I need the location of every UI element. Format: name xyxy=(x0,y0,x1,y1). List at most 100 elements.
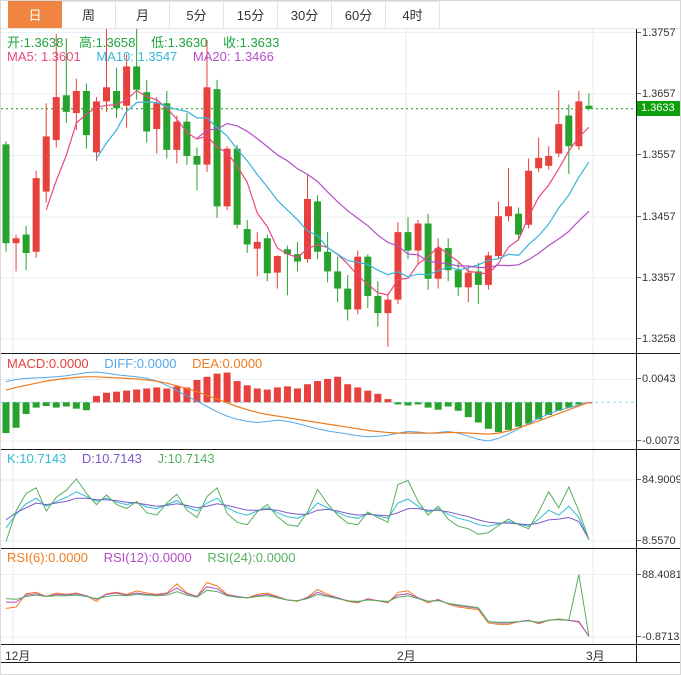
candle-body xyxy=(264,238,271,273)
x-axis-label: 2月 xyxy=(397,647,416,664)
series-line xyxy=(6,587,589,637)
macd-bar xyxy=(123,391,130,403)
macd-bar xyxy=(495,402,502,432)
macd-bar xyxy=(73,402,80,408)
series-line xyxy=(97,102,589,277)
macd-bar xyxy=(23,402,30,414)
macd-bar xyxy=(515,402,522,426)
candle-body xyxy=(354,257,361,310)
macd-bar xyxy=(43,402,50,406)
kline-chart-app: 日周月5分15分30分60分4时 开:1.3638 高:1.3658 低:1.3… xyxy=(0,0,681,675)
macd-bar xyxy=(93,396,100,402)
candle-body xyxy=(73,91,80,113)
panel-separator xyxy=(1,548,681,549)
macd-bar xyxy=(465,402,472,417)
y-axis-tick: -0.0073 xyxy=(637,435,681,447)
panel-separator xyxy=(1,449,681,450)
candle-body xyxy=(133,66,140,89)
macd-bar xyxy=(445,402,452,406)
tab-week[interactable]: 周 xyxy=(62,1,116,28)
macd-bar xyxy=(13,402,20,427)
macd-bar xyxy=(83,402,90,410)
macd-bar xyxy=(244,385,251,402)
candle-body xyxy=(455,270,462,287)
macd-bar xyxy=(53,402,60,407)
chart-bottom-border xyxy=(1,662,681,663)
candle-body xyxy=(405,232,412,250)
candle-body xyxy=(555,124,562,153)
macd-bar xyxy=(63,402,70,406)
candle-body xyxy=(143,92,150,131)
macd-bar xyxy=(3,402,10,433)
y-axis-tick: 1.3757 xyxy=(637,27,681,39)
candle-body xyxy=(364,257,371,296)
macd-bar xyxy=(425,402,432,407)
candle-body xyxy=(113,91,120,108)
tab-4hour[interactable]: 4时 xyxy=(386,1,440,28)
candle-body xyxy=(585,106,592,109)
macd-bar xyxy=(384,399,391,402)
macd-bar xyxy=(153,387,160,402)
tab-month[interactable]: 月 xyxy=(116,1,170,28)
macd-bar xyxy=(314,381,321,402)
candle-body xyxy=(344,289,351,310)
macd-bar xyxy=(455,402,462,410)
candle-body xyxy=(23,235,30,253)
macd-bar xyxy=(344,384,351,402)
macd-indicator-chart[interactable] xyxy=(1,354,636,449)
candle-body xyxy=(173,122,180,150)
rsi-indicator-chart[interactable] xyxy=(1,549,636,644)
macd-bar xyxy=(304,384,311,402)
series-line xyxy=(6,583,589,637)
kdj-indicator-chart[interactable] xyxy=(1,450,636,548)
y-axis-tick: 1.3557 xyxy=(637,149,681,161)
panel-separator xyxy=(1,644,681,645)
macd-bar xyxy=(274,387,281,402)
macd-bar xyxy=(394,402,401,404)
series-line xyxy=(6,479,589,542)
macd-bar xyxy=(264,390,271,403)
candle-body xyxy=(495,216,502,256)
candle-body xyxy=(274,256,281,273)
macd-bar xyxy=(334,377,341,402)
macd-bar xyxy=(374,394,381,402)
macd-bar xyxy=(354,387,361,402)
y-axis-tick: 1.3657 xyxy=(637,88,681,100)
y-axis-tick: 1.3357 xyxy=(637,272,681,284)
macd-bar xyxy=(33,402,40,407)
candle-body xyxy=(334,271,341,288)
macd-bar xyxy=(415,402,422,404)
macd-bar xyxy=(224,373,231,403)
candle-body xyxy=(234,149,241,225)
macd-bar xyxy=(435,402,442,409)
tab-60min[interactable]: 60分 xyxy=(332,1,386,28)
tab-15min[interactable]: 15分 xyxy=(224,1,278,28)
candle-body xyxy=(545,156,552,166)
tab-30min[interactable]: 30分 xyxy=(278,1,332,28)
y-axis-tick: -0.8713 xyxy=(637,631,681,643)
tab-5min[interactable]: 5分 xyxy=(170,1,224,28)
period-tab-bar: 日周月5分15分30分60分4时 xyxy=(1,1,681,29)
candle-body xyxy=(254,242,261,249)
tab-day[interactable]: 日 xyxy=(8,1,62,28)
macd-bar xyxy=(324,379,331,402)
x-axis-label: 12月 xyxy=(5,647,30,664)
candle-body xyxy=(53,97,60,140)
main-candlestick-chart[interactable] xyxy=(1,29,636,353)
y-axis-tick: 1.3258 xyxy=(637,333,681,345)
y-axis-tick: 0.0043 xyxy=(637,373,681,385)
candle-body xyxy=(43,136,50,191)
macd-bar xyxy=(204,377,211,402)
candle-body xyxy=(13,238,20,243)
candle-body xyxy=(324,252,331,272)
macd-bar xyxy=(485,402,492,429)
candle-body xyxy=(425,224,432,279)
macd-bar xyxy=(163,388,170,402)
macd-bar xyxy=(525,402,532,423)
candle-body xyxy=(565,116,572,147)
candle-body xyxy=(394,232,401,300)
candle-body xyxy=(103,87,110,101)
series-line xyxy=(46,91,589,295)
candle-body xyxy=(183,122,190,156)
macd-bar xyxy=(133,390,140,403)
